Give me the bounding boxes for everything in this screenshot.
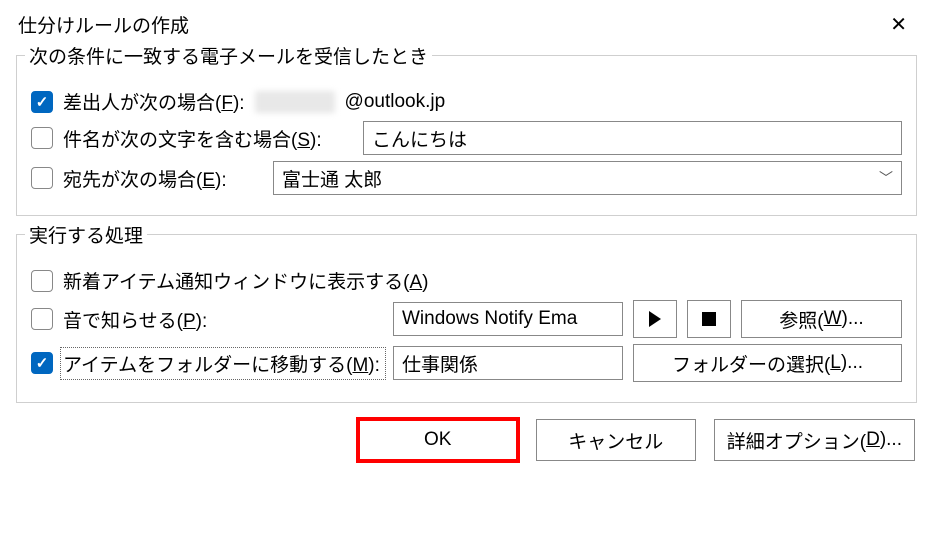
recipient-checkbox[interactable] [31,167,53,189]
chevron-down-icon: ﹀ [879,168,893,188]
stop-icon [702,312,716,326]
sound-input[interactable] [393,302,623,336]
ok-button[interactable]: OK [358,419,518,461]
recipient-select[interactable]: 富士通 太郎 ﹀ [273,161,902,195]
alert-label: 新着アイテム通知ウィンドウに表示する(A) [63,267,428,294]
sender-checkbox[interactable] [31,91,53,113]
recipient-label: 宛先が次の場合(E): [63,165,263,192]
close-icon[interactable]: ✕ [878,8,919,41]
conditions-group: 次の条件に一致する電子メールを受信したとき 差出人が次の場合(F): @outl… [16,55,917,216]
advanced-options-button[interactable]: 詳細オプション(D)... [714,419,915,461]
actions-group: 実行する処理 新着アイテム通知ウィンドウに表示する(A) 音で知らせる(P): … [16,234,917,403]
stop-button[interactable] [687,300,731,338]
conditions-legend: 次の条件に一致する電子メールを受信したとき [25,42,432,69]
play-button[interactable] [633,300,677,338]
move-folder-input[interactable] [393,346,623,380]
recipient-value: 富士通 太郎 [282,165,382,192]
dialog-buttons: OK キャンセル 詳細オプション(D)... [0,411,933,469]
sender-redacted [255,91,335,113]
move-label: アイテムをフォルダーに移動する(M): [63,350,383,377]
sound-checkbox[interactable] [31,308,53,330]
dialog-title: 仕分けルールの作成 [18,11,189,38]
sender-email-suffix: @outlook.jp [345,91,446,113]
subject-label: 件名が次の文字を含む場合(S): [63,125,353,152]
actions-legend: 実行する処理 [25,221,147,248]
select-folder-button[interactable]: フォルダーの選択(L)... [633,344,902,382]
cancel-button[interactable]: キャンセル [536,419,696,461]
subject-checkbox[interactable] [31,127,53,149]
play-icon [649,311,661,327]
sender-label: 差出人が次の場合(F): [63,88,245,115]
subject-input[interactable] [363,121,902,155]
browse-button[interactable]: 参照(W)... [741,300,902,338]
sound-label: 音で知らせる(P): [63,306,383,333]
move-checkbox[interactable] [31,352,53,374]
alert-checkbox[interactable] [31,270,53,292]
